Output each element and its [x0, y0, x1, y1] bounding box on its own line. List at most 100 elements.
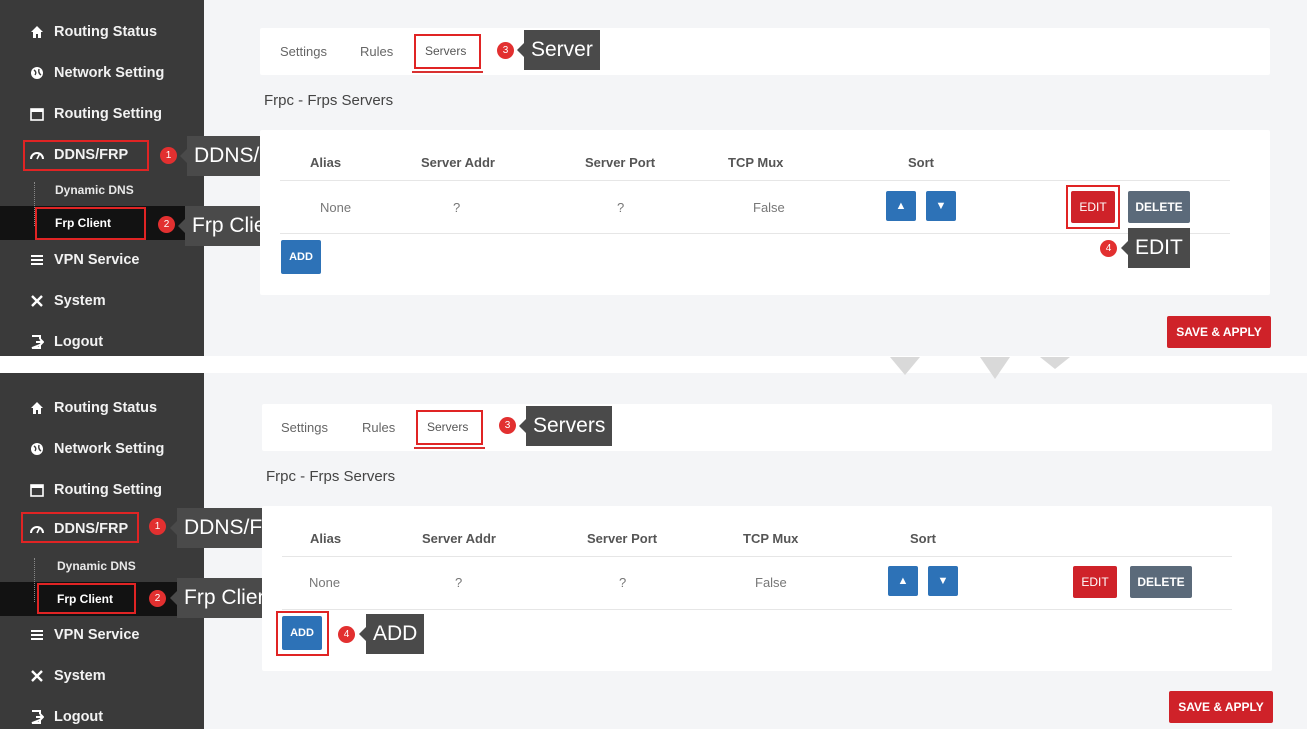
tab-rules[interactable]: Rules: [362, 420, 395, 435]
sidebar-item-label: Routing Setting: [54, 106, 162, 122]
sidebar-item-vpn-service[interactable]: VPN Service: [30, 249, 139, 271]
tabs-card: [260, 28, 1270, 75]
column-header-tcp-mux: TCP Mux: [728, 155, 784, 170]
cell-tcp-mux: False: [755, 575, 787, 590]
cell-server-addr: ?: [453, 200, 461, 215]
highlight-ddns-frp: [23, 140, 149, 171]
column-header-alias: Alias: [310, 155, 342, 170]
tree-connector: [34, 558, 35, 602]
tab-rules[interactable]: Rules: [360, 44, 393, 59]
save-apply-button[interactable]: SAVE & APPLY: [1169, 691, 1273, 723]
sidebar-item-network-setting[interactable]: Network Setting: [30, 438, 164, 460]
cell-server-port: ?: [619, 575, 627, 590]
cell-server-port: ?: [617, 200, 625, 215]
sidebar-subitem-dynamic-dns[interactable]: Dynamic DNS: [55, 183, 134, 197]
screenshot-panel-2: Routing Status Network Setting Routing S…: [0, 373, 1307, 729]
sidebar-item-label: Network Setting: [54, 441, 165, 457]
sidebar-item-routing-setting[interactable]: Routing Setting: [30, 479, 162, 501]
sidebar-item-routing-status[interactable]: Routing Status: [30, 21, 157, 43]
column-header-server-addr: Server Addr: [422, 531, 496, 546]
sidebar: Routing Status Network Setting Routing S…: [0, 373, 204, 729]
sort-up-button[interactable]: ▲: [886, 191, 916, 221]
sidebar-item-routing-status[interactable]: Routing Status: [30, 397, 157, 419]
callout-servers: Servers: [518, 406, 613, 446]
sidebar-item-logout[interactable]: Logout: [30, 706, 103, 728]
highlight-frp-client: [35, 207, 146, 240]
add-button[interactable]: ADD: [281, 240, 321, 274]
column-header-server-addr: Server Addr: [421, 155, 495, 170]
sidebar-item-label: VPN Service: [54, 252, 140, 268]
step-badge-1: 1: [160, 147, 177, 164]
tab-active-underline: [414, 447, 485, 449]
sidebar-item-label: Routing Status: [54, 24, 158, 40]
tab-settings[interactable]: Settings: [280, 44, 327, 59]
step-badge-2: 2: [149, 590, 166, 607]
sidebar-item-label: VPN Service: [54, 627, 140, 643]
sidebar-item-system[interactable]: System: [30, 665, 106, 687]
highlight-add-button: [276, 611, 329, 656]
highlight-edit-button: [1066, 185, 1120, 229]
step-badge-3: 3: [499, 417, 516, 434]
delete-button[interactable]: DELETE: [1130, 566, 1192, 598]
highlight-servers-tab: [414, 34, 481, 69]
sidebar-item-label: Logout: [54, 709, 104, 725]
tab-active-underline: [412, 71, 483, 73]
step-badge-2: 2: [158, 216, 175, 233]
section-title: Frpc - Frps Servers: [266, 468, 396, 485]
sort-down-button[interactable]: ▼: [926, 191, 956, 221]
delete-button[interactable]: DELETE: [1128, 191, 1190, 223]
highlight-ddns-frp: [21, 512, 139, 543]
globe-icon: [30, 442, 44, 456]
step-badge-3: 3: [497, 42, 514, 59]
step-badge-1: 1: [149, 518, 166, 535]
column-header-server-port: Server Port: [587, 531, 658, 546]
tools-icon: [30, 294, 44, 308]
chevron-down-icon: ▼: [935, 200, 947, 212]
sidebar-item-label: System: [54, 668, 106, 684]
highlight-frp-client: [37, 583, 136, 614]
tab-settings[interactable]: Settings: [281, 420, 328, 435]
callout-add: ADD: [358, 614, 425, 654]
callout-edit: EDIT: [1121, 228, 1190, 268]
sidebar-item-routing-setting[interactable]: Routing Setting: [30, 103, 162, 125]
sidebar: Routing Status Network Setting Routing S…: [0, 0, 204, 356]
sidebar-item-vpn-service[interactable]: VPN Service: [30, 624, 139, 646]
calendar-icon: [30, 107, 44, 121]
sidebar-subitem-dynamic-dns[interactable]: Dynamic DNS: [57, 559, 136, 573]
sidebar-item-system[interactable]: System: [30, 290, 106, 312]
column-header-alias: Alias: [310, 531, 342, 546]
save-apply-button[interactable]: SAVE & APPLY: [1167, 316, 1271, 348]
table-header-divider: [282, 556, 1232, 557]
callout-server: Server: [517, 30, 600, 70]
tabs-card: [262, 404, 1272, 451]
chevron-up-icon: ▲: [897, 575, 909, 587]
table-row-divider: [282, 609, 1232, 610]
sidebar-item-network-setting[interactable]: Network Setting: [30, 62, 164, 84]
cell-alias: None: [320, 200, 352, 215]
chevron-up-icon: ▲: [895, 200, 907, 212]
column-header-sort: Sort: [910, 531, 936, 546]
sort-up-button[interactable]: ▲: [888, 566, 918, 596]
table-header-divider: [280, 180, 1230, 181]
highlight-servers-tab: [416, 410, 483, 445]
column-header-sort: Sort: [908, 155, 934, 170]
home-icon: [30, 25, 44, 39]
cell-alias: None: [309, 575, 341, 590]
sidebar-item-label: Logout: [54, 334, 104, 350]
list-icon: [30, 628, 44, 642]
column-header-server-port: Server Port: [585, 155, 656, 170]
cell-server-addr: ?: [455, 575, 463, 590]
sort-down-button[interactable]: ▼: [928, 566, 958, 596]
column-header-tcp-mux: TCP Mux: [743, 531, 799, 546]
logout-icon: [30, 335, 45, 349]
sidebar-item-logout[interactable]: Logout: [30, 331, 103, 353]
home-icon: [30, 401, 44, 415]
section-title: Frpc - Frps Servers: [264, 92, 394, 109]
sidebar-item-label: System: [54, 293, 106, 309]
edit-button[interactable]: EDIT: [1073, 566, 1117, 598]
tools-icon: [30, 669, 44, 683]
globe-icon: [30, 66, 44, 80]
list-icon: [30, 253, 44, 267]
logout-icon: [30, 710, 45, 724]
table-row-divider: [280, 233, 1230, 234]
